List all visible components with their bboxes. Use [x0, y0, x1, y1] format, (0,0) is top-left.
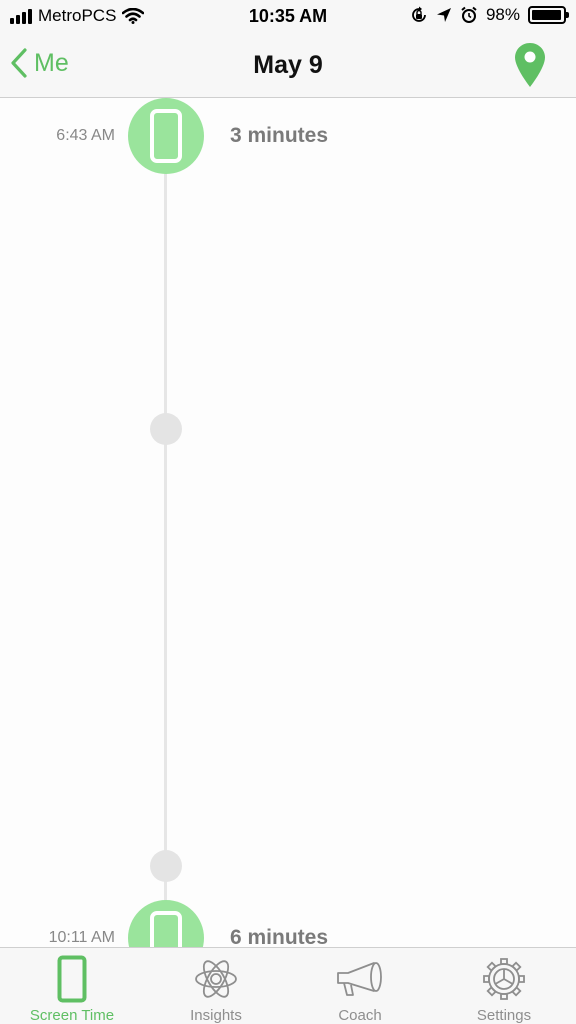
tab-coach[interactable]: Coach	[288, 948, 432, 1024]
status-right: 98%	[410, 5, 569, 25]
status-bar: MetroPCS 10:35 AM 98%	[0, 0, 576, 34]
tab-bar: Screen Time Insights Coach Settings	[0, 947, 576, 1024]
event-time: 6:43 AM	[56, 127, 115, 144]
megaphone-icon	[337, 961, 382, 996]
timeline-dot	[150, 413, 182, 445]
map-pin-icon	[515, 43, 545, 87]
battery-percent: 98%	[485, 5, 520, 24]
tab-icon-wrap	[192, 954, 240, 1003]
tab-insights[interactable]: Insights	[144, 948, 288, 1024]
phone-icon	[57, 955, 87, 1002]
battery-fill	[532, 10, 562, 20]
tab-settings[interactable]: Settings	[432, 948, 576, 1024]
page-title: May 9	[253, 51, 323, 79]
navigation-bar: Me May 9	[0, 34, 576, 98]
tab-icon-wrap	[480, 954, 528, 1003]
tab-label: Insights	[190, 1007, 242, 1024]
tab-screen-time[interactable]: Screen Time	[0, 948, 144, 1024]
location-button[interactable]	[514, 42, 546, 93]
phone-icon	[150, 109, 182, 163]
screen-time-event[interactable]	[128, 98, 204, 174]
location-arrow-icon	[436, 8, 451, 22]
tab-label: Coach	[338, 1007, 382, 1024]
timeline-line	[164, 130, 167, 930]
battery-icon	[528, 6, 569, 24]
tab-label: Settings	[476, 1007, 532, 1024]
event-duration[interactable]: 3 minutes	[230, 124, 328, 148]
alarm-icon	[461, 6, 477, 23]
tab-label: Screen Time	[29, 1007, 115, 1024]
timeline-dot	[150, 850, 182, 882]
event-time: 10:11 AM	[48, 929, 115, 946]
tab-icon-wrap	[334, 954, 386, 1003]
atom-icon	[195, 959, 237, 998]
rotation-lock-icon	[412, 6, 426, 22]
tab-icon-wrap	[57, 954, 87, 1003]
gear-icon	[483, 957, 525, 1000]
